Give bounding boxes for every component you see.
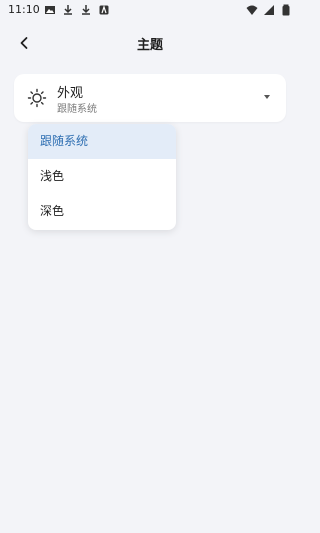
wifi-icon xyxy=(246,4,258,16)
page-title: 主题 xyxy=(136,38,163,53)
download-icon xyxy=(80,4,92,16)
setting-title: 外观 xyxy=(57,86,84,101)
appearance-setting[interactable]: 外观 跟随系统 xyxy=(14,74,286,122)
app-icon xyxy=(98,4,110,16)
status-system-icons xyxy=(246,3,292,17)
setting-value: 跟随系统 xyxy=(57,104,97,115)
menu-option-light[interactable]: 浅色 xyxy=(28,159,176,194)
signal-icon xyxy=(263,4,275,16)
menu-option-dark[interactable]: 深色 xyxy=(28,194,176,229)
app-bar: 主题 xyxy=(0,28,300,60)
menu-option-follow-system[interactable]: 跟随系统 xyxy=(28,124,176,159)
sun-icon xyxy=(27,88,47,108)
appearance-dropdown-menu: 跟随系统 浅色 深色 xyxy=(28,124,176,230)
status-notification-icons xyxy=(44,3,110,17)
battery-icon xyxy=(280,4,292,16)
status-time: 11:10 xyxy=(8,3,40,16)
download-icon xyxy=(62,4,74,16)
dropdown-arrow-icon[interactable] xyxy=(264,95,270,99)
status-bar: 11:10 xyxy=(0,0,300,22)
image-icon xyxy=(44,4,56,16)
